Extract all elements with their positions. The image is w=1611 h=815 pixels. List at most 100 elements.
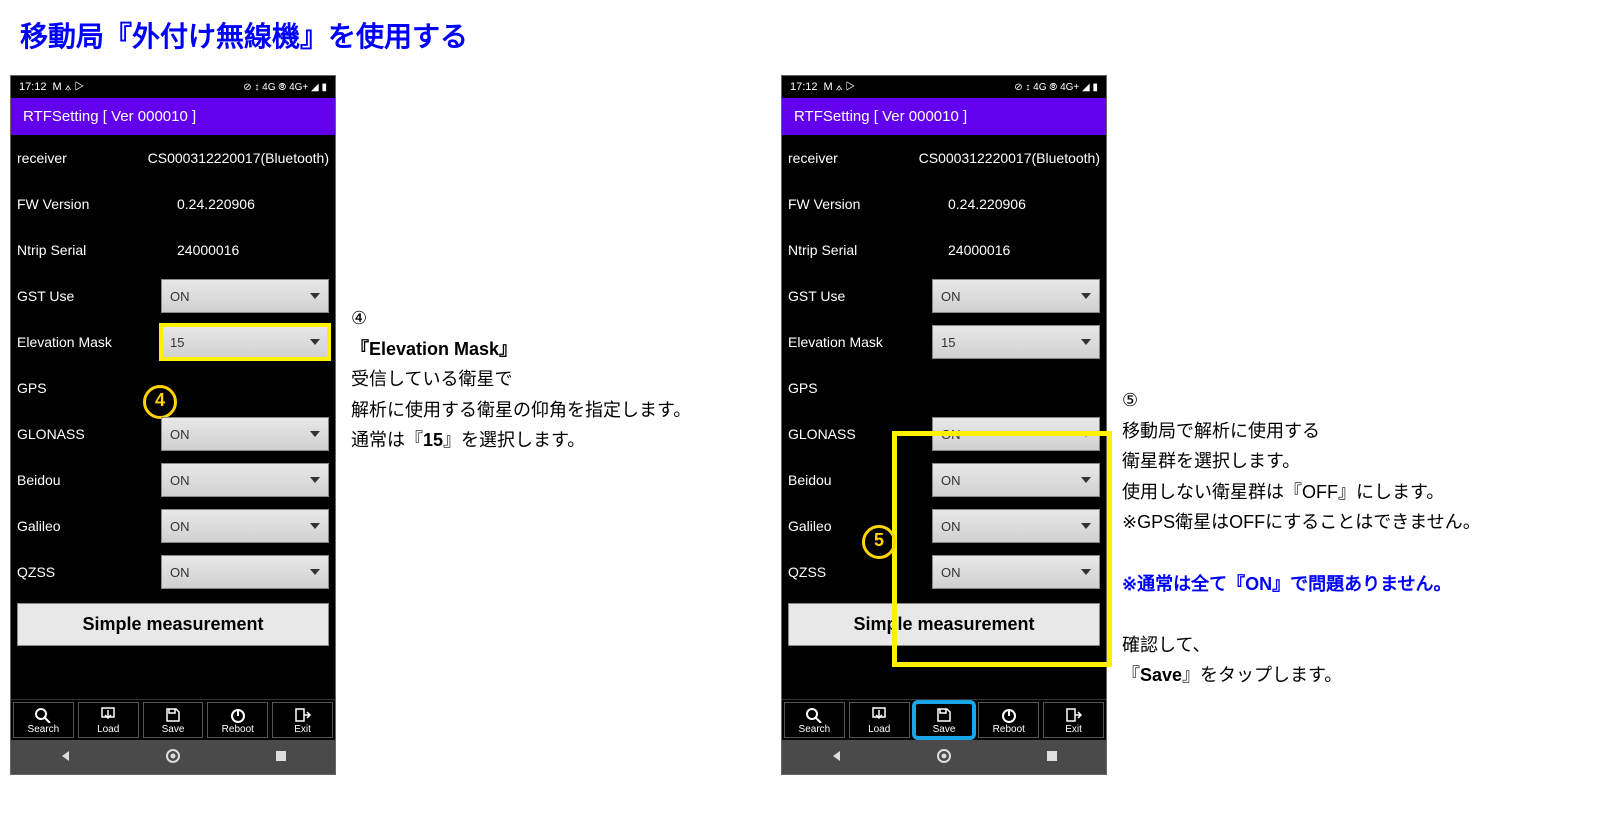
download-icon (99, 707, 117, 723)
annotation-4-line1: 受信している衛星で (351, 369, 512, 389)
toolbar-search[interactable]: Search (784, 702, 845, 738)
annotation-5: ⑤ 移動局で解析に使用する 衛星群を選択します。 使用しない衛星群は『OFF』に… (1122, 385, 1592, 691)
search-icon (805, 707, 823, 723)
annotation-4-line3a: 通常は『 (351, 430, 423, 450)
toolbar-exit[interactable]: Exit (272, 702, 333, 738)
label-elev: Elevation Mask (17, 334, 151, 350)
label-beidou: Beidou (17, 472, 151, 488)
chevron-down-icon (1081, 477, 1091, 483)
annotation-4: ④ 『Elevation Mask』 受信している衛星で 解析に使用する衛星の仰… (351, 303, 761, 456)
dropdown-qzss-value: ON (941, 565, 961, 580)
dropdown-elev-value: 15 (941, 335, 955, 350)
nav-back-icon[interactable] (58, 749, 72, 766)
dropdown-gst[interactable]: ON (161, 279, 329, 313)
toolbar-search-label: Search (799, 724, 831, 735)
annotation-5-line4: ※GPS衛星はOFFにすることはできません。 (1122, 512, 1481, 532)
toolbar-search-label: Search (28, 724, 60, 735)
annotation-5-confirm1: 確認して、 (1122, 635, 1211, 655)
annotation-4-line3b: 15 (423, 430, 443, 450)
toolbar-reboot[interactable]: Reboot (978, 702, 1039, 738)
label-qzss: QZSS (788, 564, 922, 580)
dropdown-galileo[interactable]: ON (932, 509, 1100, 543)
label-elev: Elevation Mask (788, 334, 922, 350)
toolbar-load-label: Load (868, 724, 890, 735)
android-navbar (11, 740, 335, 774)
power-icon (229, 707, 247, 723)
value-receiver: CS000312220017(Bluetooth) (919, 150, 1100, 166)
simple-measurement-button[interactable]: Simple measurement (788, 603, 1100, 646)
annotation-4-line3c: 』を選択します。 (443, 430, 585, 450)
label-gps: GPS (788, 380, 948, 396)
dropdown-galileo[interactable]: ON (161, 509, 329, 543)
chevron-down-icon (310, 523, 320, 529)
value-fw: 0.24.220906 (177, 196, 255, 212)
dropdown-glonass[interactable]: ON (932, 417, 1100, 451)
nav-recent-icon[interactable] (1045, 749, 1059, 766)
label-receiver: receiver (788, 150, 919, 166)
chevron-down-icon (1081, 339, 1091, 345)
label-fw: FW Version (17, 196, 177, 212)
toolbar-load[interactable]: Load (849, 702, 910, 738)
dropdown-beidou-value: ON (170, 473, 190, 488)
simple-measurement-button[interactable]: Simple measurement (17, 603, 329, 646)
download-icon (870, 707, 888, 723)
dropdown-elev-value: 15 (170, 335, 184, 350)
dropdown-gst[interactable]: ON (932, 279, 1100, 313)
label-gst: GST Use (17, 288, 151, 304)
label-beidou: Beidou (788, 472, 922, 488)
label-fw: FW Version (788, 196, 948, 212)
chevron-down-icon (1081, 293, 1091, 299)
bottom-toolbar: Search Load Save Reboot Exit (11, 699, 335, 740)
label-glonass: GLONASS (788, 426, 922, 442)
marker-4: 4 (143, 385, 177, 419)
toolbar-reboot[interactable]: Reboot (207, 702, 268, 738)
value-ntrip: 24000016 (948, 242, 1010, 258)
dropdown-qzss[interactable]: ON (161, 555, 329, 589)
annotation-5-confirm2a: 『 (1122, 665, 1140, 685)
annotation-5-number: ⑤ (1122, 390, 1138, 410)
label-gst: GST Use (788, 288, 922, 304)
label-ntrip: Ntrip Serial (17, 242, 177, 258)
dropdown-glonass-value: ON (941, 427, 961, 442)
toolbar-exit[interactable]: Exit (1043, 702, 1104, 738)
toolbar-save-label: Save (933, 724, 956, 735)
value-ntrip: 24000016 (177, 242, 239, 258)
app-bar: RTFSetting [ Ver 000010 ] (11, 98, 335, 135)
status-time: 17:12 (19, 81, 47, 93)
nav-home-icon[interactable] (936, 748, 952, 767)
search-icon (34, 707, 52, 723)
toolbar-search[interactable]: Search (13, 702, 74, 738)
dropdown-beidou-value: ON (941, 473, 961, 488)
annotation-5-line3: 使用しない衛星群は『OFF』にします。 (1122, 482, 1444, 502)
phone-screenshot-left: 17:12M ⟑ ▷ ⊘ ↕ 4G ⦾ 4G+ ◢ ▮ RTFSetting [… (10, 75, 336, 775)
dropdown-elevation-mask[interactable]: 15 (161, 325, 329, 359)
toolbar-load[interactable]: Load (78, 702, 139, 738)
toolbar-save[interactable]: Save (143, 702, 204, 738)
toolbar-exit-label: Exit (1065, 724, 1082, 735)
value-receiver: CS000312220017(Bluetooth) (148, 150, 329, 166)
dropdown-qzss-value: ON (170, 565, 190, 580)
nav-home-icon[interactable] (165, 748, 181, 767)
nav-back-icon[interactable] (829, 749, 843, 766)
nav-recent-icon[interactable] (274, 749, 288, 766)
dropdown-beidou[interactable]: ON (161, 463, 329, 497)
label-ntrip: Ntrip Serial (788, 242, 948, 258)
status-bar: 17:12M ⟑ ▷ ⊘ ↕ 4G ⦾ 4G+ ◢ ▮ (782, 76, 1106, 98)
dropdown-glonass-value: ON (170, 427, 190, 442)
dropdown-qzss[interactable]: ON (932, 555, 1100, 589)
chevron-down-icon (1081, 523, 1091, 529)
annotation-5-confirm2c: 』をタップします。 (1182, 665, 1342, 685)
annotation-5-line2: 衛星群を選択します。 (1122, 451, 1300, 471)
bottom-toolbar: Search Load Save Reboot Exit (782, 699, 1106, 740)
dropdown-glonass[interactable]: ON (161, 417, 329, 451)
chevron-down-icon (310, 293, 320, 299)
toolbar-reboot-label: Reboot (222, 724, 254, 735)
dropdown-beidou[interactable]: ON (932, 463, 1100, 497)
label-galileo: Galileo (788, 518, 922, 534)
toolbar-save[interactable]: Save (914, 702, 975, 738)
marker-5: 5 (862, 525, 896, 559)
chevron-down-icon (310, 431, 320, 437)
dropdown-elevation-mask[interactable]: 15 (932, 325, 1100, 359)
annotation-4-title: 『Elevation Mask』 (351, 339, 517, 359)
label-receiver: receiver (17, 150, 148, 166)
